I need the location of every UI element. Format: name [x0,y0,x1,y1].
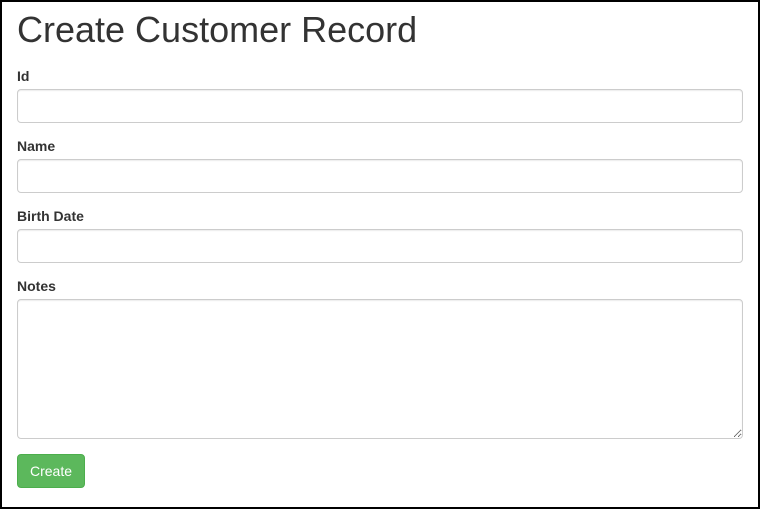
create-button[interactable]: Create [17,454,85,488]
notes-label: Notes [17,278,56,294]
birth-date-label: Birth Date [17,208,84,224]
form-group-birth-date: Birth Date [17,208,743,263]
name-input[interactable] [17,159,743,193]
notes-textarea[interactable] [17,299,743,439]
page-title: Create Customer Record [17,10,743,50]
name-label: Name [17,138,55,154]
form-group-id: Id [17,68,743,123]
id-input[interactable] [17,89,743,123]
page-container: Create Customer Record Id Name Birth Dat… [0,0,760,509]
birth-date-input[interactable] [17,229,743,263]
id-label: Id [17,68,29,84]
form-group-notes: Notes [17,278,743,439]
form-group-name: Name [17,138,743,193]
